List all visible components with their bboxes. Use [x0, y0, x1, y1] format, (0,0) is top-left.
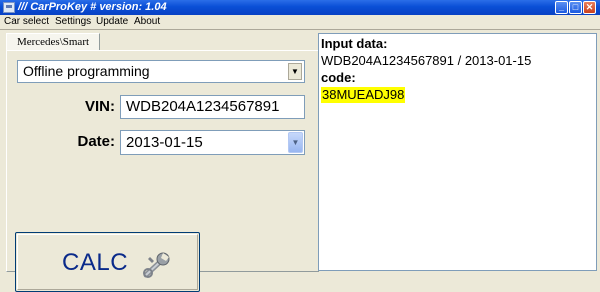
menu-divider	[0, 29, 600, 30]
date-label: Date:	[77, 133, 115, 150]
menu-car-select[interactable]: Car select	[4, 15, 49, 29]
chevron-down-icon[interactable]: ▼	[288, 63, 302, 80]
window-title: /// CarProKey # version: 1.04	[18, 1, 167, 13]
input-data-heading: Input data:	[321, 36, 388, 51]
menu-update[interactable]: Update	[96, 15, 128, 29]
date-picker-value: 2013-01-15	[126, 134, 203, 151]
result-output[interactable]: Input data: WDB204A1234567891 / 2013-01-…	[318, 33, 597, 271]
minimize-button[interactable]: _	[555, 1, 568, 14]
vin-label: VIN:	[85, 98, 115, 115]
app-icon	[3, 2, 15, 13]
mode-dropdown-value: Offline programming	[23, 63, 150, 79]
title-bar[interactable]: /// CarProKey # version: 1.04 _ □ ✕	[0, 0, 600, 15]
code-value: 38MUEADJ98	[321, 87, 406, 103]
maximize-button[interactable]: □	[569, 1, 582, 14]
calc-button-face: CALC	[17, 234, 198, 290]
menu-bar: Car select Settings Update About	[0, 15, 600, 29]
menu-about[interactable]: About	[134, 15, 160, 29]
close-button[interactable]: ✕	[583, 1, 596, 14]
programming-panel: Mercedes\Smart Offline programming ▼ VIN…	[3, 32, 319, 292]
tab-mercedes-smart[interactable]: Mercedes\Smart	[6, 33, 100, 50]
mode-dropdown[interactable]: Offline programming ▼	[17, 60, 305, 83]
input-data-value: WDB204A1234567891 / 2013-01-15	[321, 53, 532, 68]
menu-settings[interactable]: Settings	[55, 15, 91, 29]
date-picker[interactable]: 2013-01-15 ▼	[120, 130, 305, 155]
calc-button-label: CALC	[62, 249, 129, 276]
chevron-down-icon[interactable]: ▼	[288, 132, 303, 153]
main-window: /// CarProKey # version: 1.04 _ □ ✕ Car …	[0, 0, 600, 292]
vin-input[interactable]: WDB204A1234567891	[120, 95, 305, 119]
calc-button[interactable]: CALC	[15, 232, 200, 292]
wrench-icon	[143, 252, 170, 278]
code-heading: code:	[321, 70, 356, 85]
